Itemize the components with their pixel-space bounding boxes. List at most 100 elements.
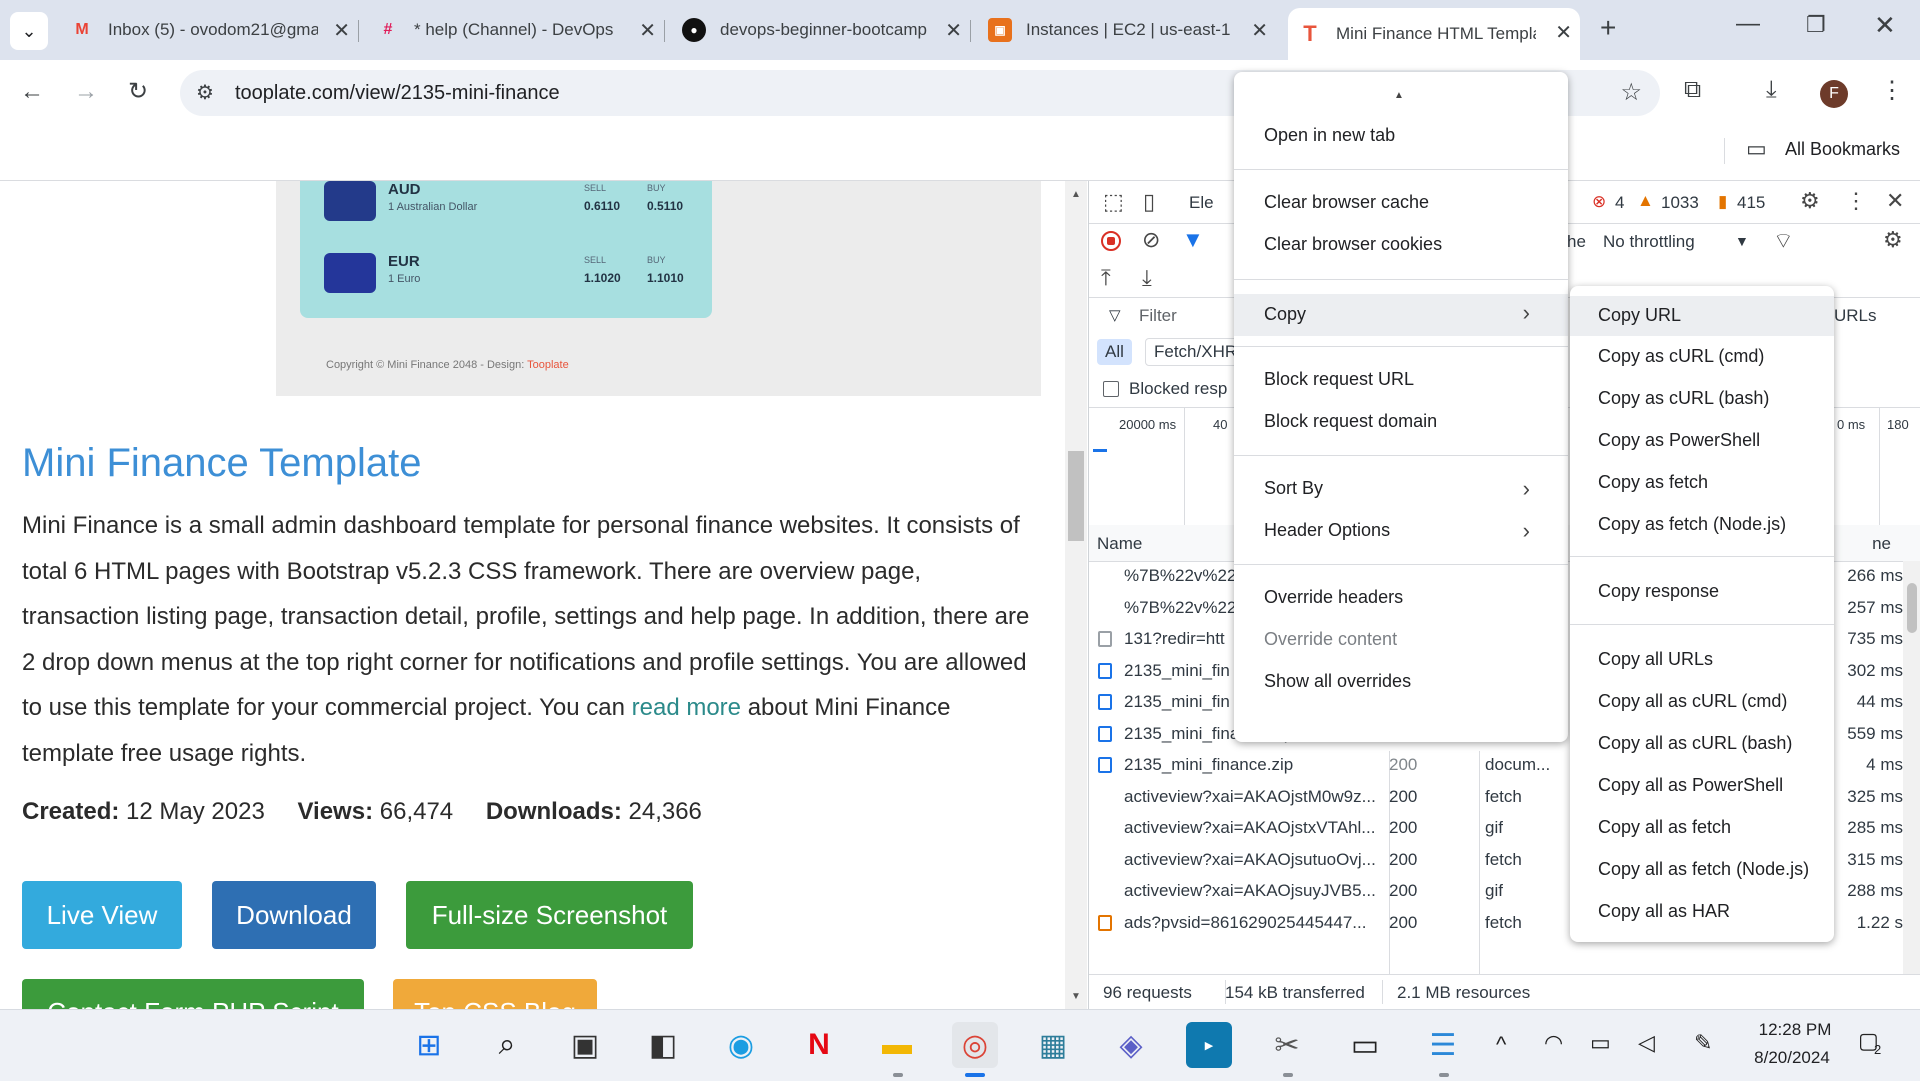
new-tab-button[interactable]: + — [1600, 12, 1616, 44]
battery-icon[interactable]: ▭ — [1590, 1030, 1611, 1056]
tab-ec2[interactable]: ▣ Instances | EC2 | us-east-1 ✕ — [980, 0, 1276, 60]
live-view-button[interactable]: Live View — [22, 881, 182, 949]
scrollbar-thumb[interactable] — [1068, 451, 1084, 541]
clock-time[interactable]: 12:28 PM — [1750, 1020, 1840, 1040]
menu-item-copy-all-urls[interactable]: Copy all URLs — [1570, 641, 1834, 679]
close-icon[interactable]: ✕ — [639, 18, 656, 43]
filter-fetch-xhr[interactable]: Fetch/XHR — [1145, 338, 1247, 366]
page-scrollbar[interactable]: ▲ ▼ — [1065, 181, 1087, 1009]
top-css-blog-button[interactable]: Top CSS Blog — [393, 979, 597, 1009]
edge-icon[interactable]: ◉ — [718, 1022, 764, 1068]
error-count[interactable]: 4 — [1615, 193, 1624, 213]
menu-item-copy-response[interactable]: Copy response — [1570, 573, 1834, 611]
notepad-icon[interactable]: ☰ — [1420, 1022, 1466, 1068]
menu-item-clear-cookies[interactable]: Clear browser cookies — [1234, 226, 1568, 264]
gear-icon[interactable]: ⚙ — [1883, 227, 1903, 253]
menu-item-copy-fetch-node[interactable]: Copy as fetch (Node.js) — [1570, 506, 1834, 544]
tab-github[interactable]: ● devops-beginner-bootcamp ✕ — [674, 0, 971, 60]
tab-gmail[interactable]: M Inbox (5) - ovodom21@gmail.com ✕ — [62, 0, 359, 60]
restore-button[interactable]: ❐ — [1806, 12, 1826, 38]
scroll-up-icon[interactable]: ▲ — [1394, 90, 1404, 101]
more-options-icon[interactable]: ⋮ — [1845, 188, 1867, 214]
teams-icon[interactable]: ◈ — [1108, 1022, 1154, 1068]
close-icon[interactable]: ✕ — [1555, 20, 1572, 45]
menu-item-copy-url[interactable]: Copy URL — [1570, 296, 1834, 336]
menu-item-copy-all-har[interactable]: Copy all as HAR — [1570, 893, 1834, 931]
tab-search-button[interactable]: ⌄ — [10, 12, 48, 50]
chevron-down-icon[interactable]: ▼ — [1735, 233, 1749, 249]
issues-count[interactable]: 415 — [1737, 193, 1765, 213]
reload-button[interactable]: ↻ — [128, 77, 148, 106]
menu-item-clear-cache[interactable]: Clear browser cache — [1234, 184, 1568, 222]
inspect-icon[interactable]: ⬚ — [1103, 189, 1124, 215]
scroll-up-icon[interactable]: ▲ — [1071, 189, 1081, 200]
column-name[interactable]: Name — [1097, 534, 1142, 554]
network-conditions-icon[interactable]: ⌔ — [1773, 227, 1794, 255]
download-icon[interactable]: ⤓ — [1766, 76, 1777, 104]
menu-item-copy[interactable]: Copy › — [1234, 294, 1568, 336]
scroll-down-icon[interactable]: ▼ — [1071, 991, 1081, 1002]
contact-form-button[interactable]: Contact Form PHP Script — [22, 979, 364, 1009]
filter-all[interactable]: All — [1097, 339, 1132, 365]
forward-button[interactable]: → — [74, 78, 98, 106]
terminal-icon[interactable]: ▭ — [1342, 1022, 1388, 1068]
filter-icon[interactable]: ▼ — [1182, 227, 1204, 253]
menu-item-copy-fetch[interactable]: Copy as fetch — [1570, 464, 1834, 502]
menu-item-header-options[interactable]: Header Options › — [1234, 512, 1568, 550]
chevron-up-icon[interactable]: ^ — [1496, 1032, 1506, 1058]
minimize-button[interactable]: — — [1736, 10, 1760, 38]
record-icon[interactable] — [1101, 231, 1121, 251]
task-view-icon[interactable]: ▣ — [562, 1022, 608, 1068]
menu-item-copy-all-fetch[interactable]: Copy all as fetch — [1570, 809, 1834, 847]
back-button[interactable]: ← — [20, 78, 44, 106]
device-toolbar-icon[interactable]: ▯ — [1143, 189, 1155, 215]
tab-slack[interactable]: # * help (Channel) - DevOps ✕ — [368, 0, 665, 60]
prime-video-icon[interactable]: ▶ — [1186, 1022, 1232, 1068]
menu-item-copy-all-curl-bash[interactable]: Copy all as cURL (bash) — [1570, 725, 1834, 763]
close-icon[interactable]: ✕ — [1251, 18, 1268, 43]
menu-item-block-domain[interactable]: Block request domain — [1234, 403, 1568, 441]
close-icon[interactable]: ✕ — [945, 18, 962, 43]
tab-mini-finance[interactable]: T Mini Finance HTML Template ✕ — [1288, 8, 1580, 60]
menu-item-copy-curl-bash[interactable]: Copy as cURL (bash) — [1570, 380, 1834, 418]
menu-item-copy-powershell[interactable]: Copy as PowerShell — [1570, 422, 1834, 460]
blocked-checkbox[interactable] — [1103, 381, 1119, 397]
download-button[interactable]: Download — [212, 881, 376, 949]
menu-item-copy-all-fetch-node[interactable]: Copy all as fetch (Node.js) — [1570, 851, 1834, 889]
tab-elements[interactable]: Ele — [1189, 193, 1214, 213]
close-icon[interactable]: ✕ — [333, 18, 350, 43]
close-icon[interactable]: ✕ — [1886, 188, 1904, 214]
pen-icon[interactable]: ✎ — [1694, 1030, 1712, 1056]
extensions-icon[interactable]: ⧉ — [1684, 76, 1701, 104]
menu-item-copy-all-powershell[interactable]: Copy all as PowerShell — [1570, 767, 1834, 805]
download-icon[interactable]: ⤓ — [1142, 265, 1152, 291]
menu-icon[interactable]: ⋮ — [1880, 76, 1904, 105]
widgets-icon[interactable]: ◧ — [640, 1022, 686, 1068]
chrome-icon[interactable]: ◎ — [952, 1022, 998, 1068]
menu-item-copy-all-curl-cmd[interactable]: Copy all as cURL (cmd) — [1570, 683, 1834, 721]
table-scrollbar[interactable] — [1903, 561, 1920, 974]
menu-item-open-new-tab[interactable]: Open in new tab — [1234, 117, 1568, 155]
read-more-link[interactable]: read more — [632, 694, 741, 721]
menu-item-show-overrides[interactable]: Show all overrides — [1234, 663, 1568, 701]
all-bookmarks[interactable]: All Bookmarks — [1785, 139, 1900, 160]
clear-icon[interactable]: ⊘ — [1142, 227, 1160, 253]
star-icon[interactable]: ☆ — [1620, 78, 1642, 107]
menu-item-copy-curl-cmd[interactable]: Copy as cURL (cmd) — [1570, 338, 1834, 376]
gear-icon[interactable]: ⚙ — [1800, 188, 1820, 214]
warning-count[interactable]: 1033 — [1661, 193, 1699, 213]
menu-item-override-headers[interactable]: Override headers — [1234, 579, 1568, 617]
scrollbar-thumb[interactable] — [1907, 583, 1917, 633]
clock-date[interactable]: 8/20/2024 — [1742, 1048, 1842, 1068]
wifi-icon[interactable]: ◠ — [1544, 1030, 1563, 1056]
full-size-screenshot-button[interactable]: Full-size Screenshot — [406, 881, 693, 949]
volume-icon[interactable]: ◁ — [1638, 1030, 1655, 1056]
file-explorer-icon[interactable]: ▬ — [874, 1022, 920, 1068]
upload-icon[interactable]: ⤒ — [1101, 265, 1111, 291]
close-window-button[interactable]: ✕ — [1874, 10, 1896, 41]
microsoft-store-icon[interactable]: ▦ — [1030, 1022, 1076, 1068]
snipping-tool-icon[interactable]: ✂ — [1264, 1022, 1310, 1068]
site-info-icon[interactable]: ⚙ — [196, 80, 214, 105]
avatar[interactable]: F — [1820, 80, 1848, 108]
throttling-select[interactable]: No throttling — [1603, 232, 1695, 252]
